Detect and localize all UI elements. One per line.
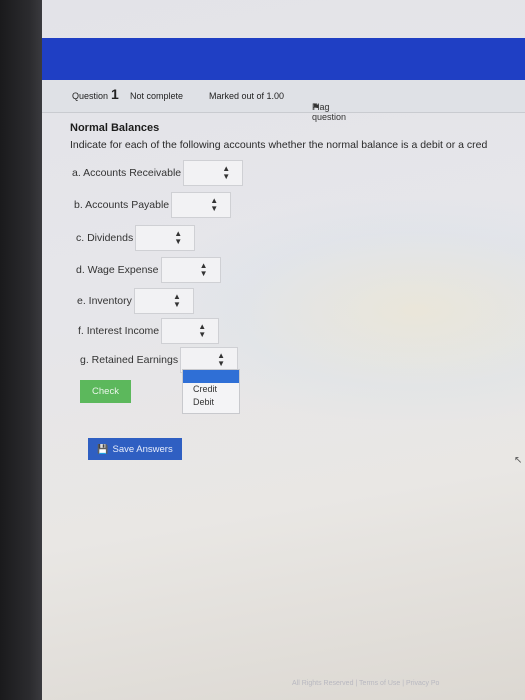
- account-label-a: a. Accounts Receivable: [72, 167, 182, 179]
- answer-row-b: b. Accounts Payable ▲ ▼: [74, 192, 232, 218]
- dropdown-highlight: [183, 370, 239, 383]
- chevron-updown-icon: ▲ ▼: [210, 196, 219, 213]
- browser-screen: Question 1 Not complete Marked out of 1.…: [42, 0, 525, 700]
- chevron-updown-icon: ▲ ▼: [199, 261, 208, 278]
- chevron-updown-icon: ▲ ▼: [222, 164, 231, 181]
- mouse-cursor-icon: ↖: [514, 455, 523, 466]
- footer-links[interactable]: All Rights Reserved | Terms of Use | Pri…: [292, 680, 439, 687]
- question-content: Normal Balances Indicate for each of the…: [42, 112, 525, 700]
- question-info-bar: Question 1 Not complete Marked out of 1.…: [42, 80, 525, 122]
- answer-dropdown-list[interactable]: Credit Debit: [182, 369, 240, 414]
- site-header-bar: [42, 38, 525, 80]
- answer-select-d[interactable]: ▲ ▼: [160, 257, 221, 283]
- question-title: Normal Balances: [70, 122, 160, 134]
- answer-row-c: c. Dividends ▲ ▼: [76, 225, 196, 251]
- answer-select-b[interactable]: ▲ ▼: [171, 192, 232, 218]
- account-label-d: d. Wage Expense: [76, 264, 159, 276]
- account-label-b: b. Accounts Payable: [74, 199, 170, 211]
- answer-select-e[interactable]: ▲ ▼: [133, 288, 194, 314]
- answer-row-a: a. Accounts Receivable ▲ ▼: [72, 160, 244, 186]
- answer-row-e: e. Inventory ▲ ▼: [77, 288, 194, 314]
- account-label-g: g. Retained Earnings: [80, 354, 179, 366]
- question-instruction: Indicate for each of the following accou…: [70, 139, 488, 151]
- answer-select-a[interactable]: ▲ ▼: [183, 160, 244, 186]
- account-label-e: e. Inventory: [77, 295, 132, 307]
- question-marks: Marked out of 1.00: [209, 91, 285, 101]
- check-button[interactable]: Check: [80, 380, 131, 403]
- dropdown-option-credit[interactable]: Credit: [183, 383, 239, 396]
- chevron-updown-icon: ▲ ▼: [217, 351, 226, 368]
- account-label-f: f. Interest Income: [78, 325, 160, 337]
- answer-row-f: f. Interest Income ▲ ▼: [78, 318, 220, 344]
- question-status: Not complete: [130, 91, 184, 101]
- question-label: Question: [72, 91, 109, 101]
- question-number: 1: [111, 86, 119, 102]
- account-label-c: c. Dividends: [76, 232, 134, 244]
- screen-bezel: [0, 0, 42, 700]
- dropdown-option-debit[interactable]: Debit: [183, 396, 239, 409]
- chevron-updown-icon: ▲ ▼: [172, 292, 181, 309]
- save-answers-button[interactable]: 💾 Save Answers: [88, 438, 182, 460]
- chevron-updown-icon: ▲ ▼: [174, 229, 183, 246]
- save-disk-icon: 💾: [97, 443, 109, 454]
- answer-row-d: d. Wage Expense ▲ ▼: [76, 257, 221, 283]
- answer-select-f[interactable]: ▲ ▼: [161, 318, 220, 344]
- answer-select-c[interactable]: ▲ ▼: [135, 225, 196, 251]
- save-answers-label: Save Answers: [112, 443, 173, 455]
- chevron-updown-icon: ▲ ▼: [198, 322, 207, 339]
